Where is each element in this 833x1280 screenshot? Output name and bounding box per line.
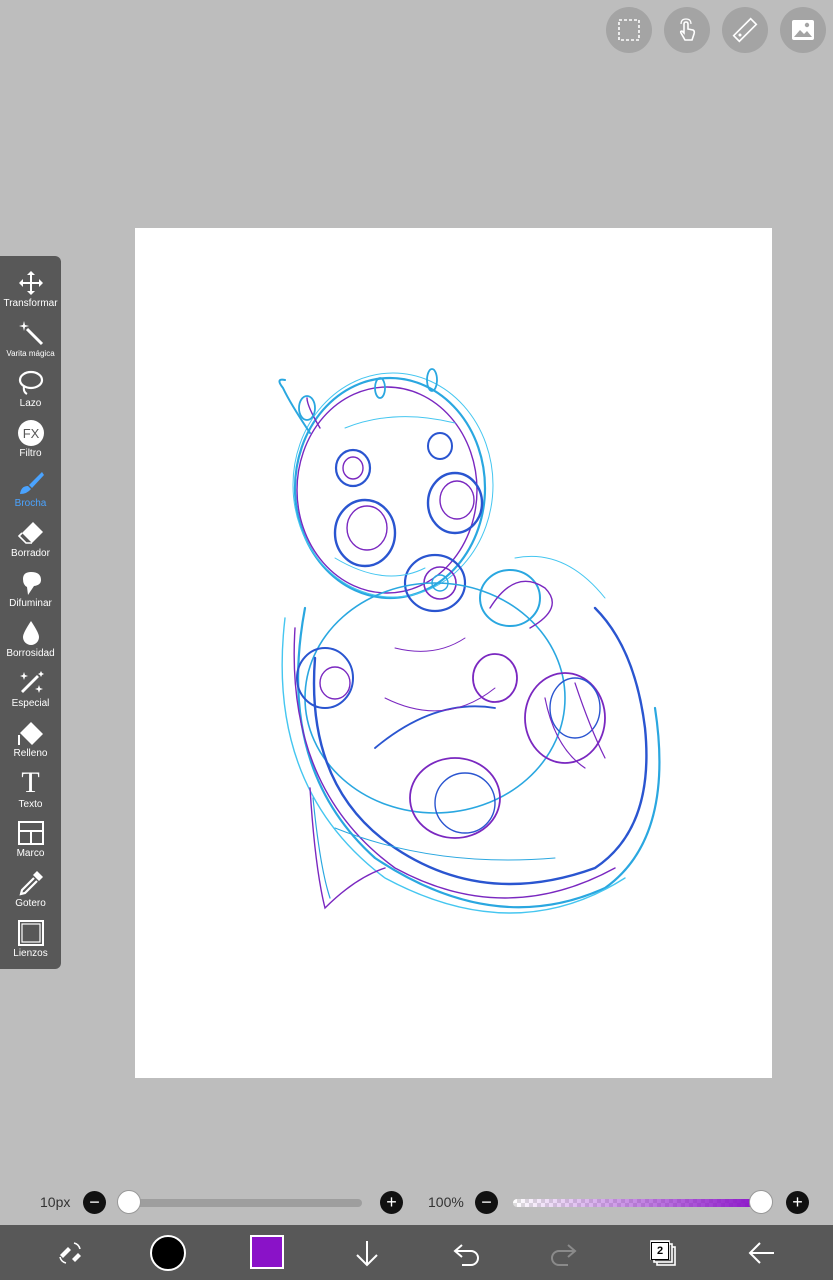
lasso-icon <box>16 368 46 397</box>
eraser-icon <box>16 518 46 547</box>
tool-text[interactable]: T Texto <box>0 760 61 811</box>
tool-special[interactable]: Especial <box>0 660 61 710</box>
tool-label: Relleno <box>13 748 48 759</box>
tool-label: Gotero <box>15 898 46 909</box>
text-icon: T <box>21 766 40 799</box>
undo-button[interactable] <box>449 1225 483 1280</box>
tool-label: Difuminar <box>9 598 52 609</box>
tool-blur[interactable]: Borrosidad <box>0 610 61 660</box>
primary-color-button[interactable] <box>150 1235 186 1271</box>
tool-brush[interactable]: Brocha <box>0 460 61 510</box>
back-button[interactable] <box>744 1225 780 1280</box>
magic-wand-icon <box>16 318 46 347</box>
size-slider-track[interactable] <box>128 1199 362 1207</box>
gesture-button[interactable] <box>664 7 710 53</box>
size-decrease-button[interactable]: − <box>83 1191 106 1214</box>
blur-drop-icon <box>16 618 46 647</box>
smudge-icon <box>16 568 46 597</box>
size-increase-button[interactable]: + <box>380 1191 403 1214</box>
undo-icon <box>453 1243 479 1266</box>
opacity-slider-thumb[interactable] <box>749 1190 773 1214</box>
fill-bucket-icon <box>16 718 46 747</box>
tools-swap-button[interactable] <box>52 1225 88 1280</box>
opacity-decrease-button[interactable]: − <box>475 1191 498 1214</box>
image-icon <box>792 20 814 40</box>
opacity-value: 100% <box>428 1194 464 1210</box>
tool-label: Marco <box>16 848 45 859</box>
touch-hand-icon <box>679 18 696 41</box>
selection-button[interactable] <box>606 7 652 53</box>
ruler-icon <box>732 17 758 43</box>
size-slider-thumb[interactable] <box>117 1190 141 1214</box>
tool-transform[interactable]: Transformar <box>0 260 61 310</box>
arrow-down-icon <box>356 1240 378 1266</box>
opacity-slider-track[interactable] <box>513 1199 763 1207</box>
frame-icon <box>16 818 46 847</box>
tool-magic-wand[interactable]: Varita mágica <box>0 310 61 360</box>
layers-count-badge: 2 <box>651 1242 669 1260</box>
sparkle-pen-icon <box>16 668 46 697</box>
tool-frame[interactable]: Marco <box>0 810 61 860</box>
svg-text:FX: FX <box>22 426 39 441</box>
tool-smudge[interactable]: Difuminar <box>0 560 61 610</box>
sketch-drawing <box>278 368 661 914</box>
move-arrows-icon <box>16 268 46 297</box>
tool-label: Especial <box>11 698 50 709</box>
ruler-button[interactable] <box>722 7 768 53</box>
download-button[interactable] <box>350 1225 384 1280</box>
tool-label: Lazo <box>19 398 42 409</box>
canvas-icon <box>16 918 46 947</box>
brush-size-value: 10px <box>40 1194 71 1210</box>
bottom-toolbar <box>0 1225 833 1280</box>
eyedropper-icon <box>16 868 46 897</box>
tool-lasso[interactable]: Lazo <box>0 360 61 410</box>
tool-label: Filtro <box>19 448 42 459</box>
redo-icon <box>551 1243 577 1266</box>
dashed-square-icon <box>618 19 640 41</box>
drawing-canvas[interactable] <box>135 228 772 1078</box>
tool-eyedropper[interactable]: Gotero <box>0 860 61 910</box>
image-button[interactable] <box>780 7 826 53</box>
tool-filter[interactable]: FX Filtro <box>0 410 61 460</box>
secondary-color-button[interactable] <box>250 1235 284 1269</box>
tool-label: Varita mágica <box>6 349 55 358</box>
tool-palette: Transformar Varita mágica Lazo FX Filtro… <box>0 256 61 969</box>
arrow-left-icon <box>748 1241 774 1264</box>
redo-button[interactable] <box>547 1225 581 1280</box>
tool-canvas[interactable]: Lienzos <box>0 910 61 960</box>
brush-settings-row: 10px − + 100% − + <box>0 1180 833 1224</box>
tool-label: Borrosidad <box>6 648 55 659</box>
tool-label: Transformar <box>3 298 58 309</box>
tool-label: Borrador <box>11 548 50 559</box>
tool-fill[interactable]: Relleno <box>0 710 61 760</box>
tool-label: Lienzos <box>13 948 48 959</box>
tools-swap-icon <box>59 1241 81 1264</box>
tool-label: Brocha <box>14 498 47 509</box>
tool-eraser[interactable]: Borrador <box>0 510 61 560</box>
opacity-increase-button[interactable]: + <box>786 1191 809 1214</box>
brush-icon <box>16 468 46 497</box>
fx-icon: FX <box>16 418 46 447</box>
